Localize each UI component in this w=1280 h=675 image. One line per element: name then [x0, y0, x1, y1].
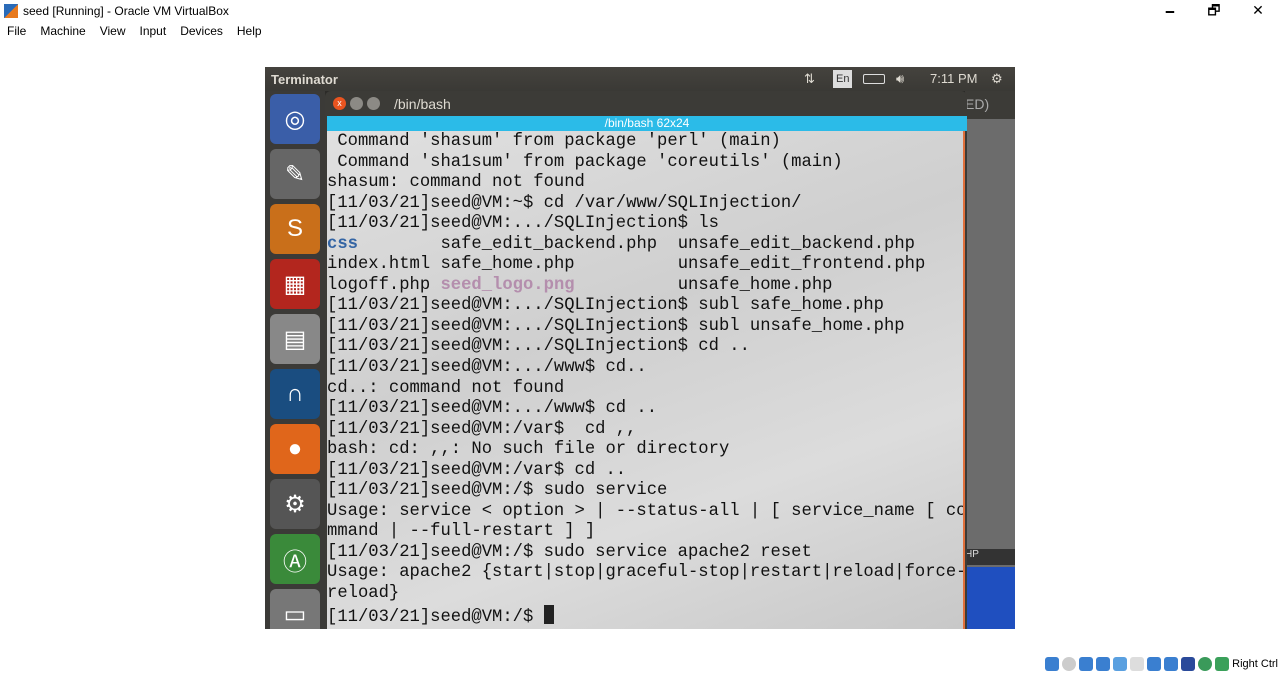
output-line: [11/03/21]seed@VM:.../www$ cd.. [327, 358, 647, 378]
optical-drive-icon[interactable] [1062, 657, 1077, 671]
terminal-tab[interactable]: /bin/bash 62x24 [327, 116, 967, 131]
output-line: [11/03/21]seed@VM:/var$ cd ,, [327, 419, 637, 439]
terminator-icon[interactable]: ▦ [270, 259, 320, 309]
output-line: shasum: command not found [327, 173, 585, 193]
window-titlebar: seed [Running] - Oracle VM VirtualBox [0, 0, 1280, 22]
sublime-text-icon[interactable]: S [270, 204, 320, 254]
active-app-name: Terminator [271, 71, 338, 87]
menu-view[interactable]: View [93, 22, 133, 42]
background-label: HP [965, 549, 1015, 565]
trash-icon[interactable]: ▭ [270, 589, 320, 629]
background-desktop [965, 567, 1015, 629]
terminal-maximize-button[interactable] [367, 97, 380, 110]
menu-machine[interactable]: Machine [33, 22, 92, 42]
ubuntu-dash-icon[interactable]: ◎ [270, 94, 320, 144]
output-line: [11/03/21]seed@VM:/$ sudo service [327, 481, 668, 501]
network-icon[interactable]: ⇅ [804, 67, 815, 91]
menu-devices[interactable]: Devices [173, 22, 230, 42]
volume-icon[interactable]: 🔊︎ [896, 67, 904, 91]
ls-entry: logoff.php [327, 275, 431, 295]
usb-icon[interactable] [1113, 657, 1128, 671]
firefox-icon[interactable]: ● [270, 424, 320, 474]
output-line: [11/03/21]seed@VM:.../SQLInjection$ subl… [327, 296, 884, 316]
close-button[interactable]: ✕ [1236, 0, 1280, 22]
output-line: bash: cd: ,,: No such file or directory [327, 440, 730, 460]
vt-x-icon[interactable] [1181, 657, 1196, 671]
terminal-titlebar: x /bin/bash [325, 91, 967, 116]
ls-entry: seed_logo.png [440, 275, 575, 295]
output-line: [11/03/21]seed@VM:.../SQLInjection$ subl… [327, 316, 905, 336]
output-line: [11/03/21]seed@VM:.../SQLInjection$ ls [327, 214, 719, 234]
output-line: cd..: command not found [327, 378, 565, 398]
vm-status-bar: Right Ctrl [1045, 653, 1280, 675]
ls-entry: index.html [327, 255, 431, 275]
mouse-integration-icon[interactable] [1215, 657, 1230, 671]
network-adapter-icon[interactable] [1096, 657, 1111, 671]
terminal-minimize-button[interactable] [350, 97, 363, 110]
launcher: ◎ ✎ S ▦ ▤ ∩ ● ⚙ Ⓐ ▭ [265, 91, 325, 629]
output-line: Usage: apache2 {start|stop|graceful-stop… [327, 563, 965, 583]
background-window[interactable]: ED) HP [965, 91, 1015, 629]
terminal-title: /bin/bash [394, 95, 451, 112]
hard-disk-icon[interactable] [1045, 657, 1060, 671]
menu-input[interactable]: Input [133, 22, 174, 42]
ls-entry: unsafe_edit_backend.php [677, 234, 915, 254]
output-line: Command 'sha1sum' from package 'coreutil… [327, 152, 843, 172]
shared-folders-icon[interactable] [1130, 657, 1145, 671]
software-updater-icon[interactable]: Ⓐ [270, 534, 320, 584]
output-line: [11/03/21]seed@VM:~$ cd /var/www/SQLInje… [327, 193, 802, 213]
ls-entry: safe_edit_backend.php [440, 234, 658, 254]
ls-entry: safe_home.php [440, 255, 575, 275]
display-icon[interactable] [1147, 657, 1162, 671]
restore-button[interactable]: 🗗 [1192, 0, 1236, 22]
background-window-title: ED) [965, 91, 1015, 119]
output-line: reload} [327, 584, 400, 604]
terminal-close-button[interactable]: x [333, 97, 346, 110]
output-line: mmand | --full-restart ] ] [327, 522, 596, 542]
output-line: [11/03/21]seed@VM:/var$ cd .. [327, 460, 627, 480]
host-key-label: Right Ctrl [1232, 658, 1278, 670]
virtualbox-icon [4, 4, 18, 18]
guest-additions-icon[interactable] [1198, 657, 1213, 671]
power-gear-icon[interactable]: ⚙ [991, 67, 1003, 91]
menu-help[interactable]: Help [230, 22, 269, 42]
menu-file[interactable]: File [0, 22, 33, 42]
window-title: seed [Running] - Oracle VM VirtualBox [23, 4, 229, 18]
output-line: Command 'shasum' from package 'perl' (ma… [327, 132, 781, 151]
video-capture-icon[interactable] [1164, 657, 1179, 671]
wireshark-icon[interactable]: ∩ [270, 369, 320, 419]
ls-row: css safe_edit_backend.php unsafe_edit_ba… [327, 235, 963, 256]
settings-icon[interactable]: ⚙ [270, 479, 320, 529]
prompt-line: [11/03/21]seed@VM:/$ [327, 604, 963, 629]
output-line: Usage: service < option > | --status-all… [327, 501, 965, 521]
text-editor-icon[interactable]: ✎ [270, 149, 320, 199]
ls-row: logoff.php seed_logo.png unsafe_home.php [327, 276, 963, 297]
ls-entry: unsafe_home.php [677, 275, 833, 295]
cursor [543, 604, 554, 624]
terminal-output[interactable]: Command 'shasum' from package 'perl' (ma… [327, 131, 965, 629]
vm-display[interactable]: Terminator ⇅ En 🔊︎ 7:11 PM ⚙ ◎ ✎ S ▦ ▤ ∩… [265, 67, 1015, 629]
ls-entry: css [327, 234, 358, 254]
prompt: [11/03/21]seed@VM:/$ [327, 607, 544, 627]
files-icon[interactable]: ▤ [270, 314, 320, 364]
terminal-window[interactable]: x /bin/bash /bin/bash 62x24 Command 'sha… [325, 91, 967, 629]
top-panel: Terminator ⇅ En 🔊︎ 7:11 PM ⚙ [265, 67, 1015, 91]
clock[interactable]: 7:11 PM [930, 67, 977, 91]
output-line: [11/03/21]seed@VM:.../www$ cd .. [327, 399, 658, 419]
ls-entry: unsafe_edit_frontend.php [677, 255, 926, 275]
battery-icon[interactable] [863, 74, 885, 84]
audio-icon[interactable] [1079, 657, 1094, 671]
minimize-button[interactable]: 🗕 [1148, 0, 1192, 22]
ls-row: index.html safe_home.php unsafe_edit_fro… [327, 255, 963, 276]
ls-output: css safe_edit_backend.php unsafe_edit_ba… [327, 235, 963, 297]
output-line: [11/03/21]seed@VM:.../SQLInjection$ cd .… [327, 337, 750, 357]
keyboard-language[interactable]: En [833, 70, 853, 88]
menu-bar: File Machine View Input Devices Help [0, 22, 269, 42]
output-line: [11/03/21]seed@VM:/$ sudo service apache… [327, 542, 812, 562]
